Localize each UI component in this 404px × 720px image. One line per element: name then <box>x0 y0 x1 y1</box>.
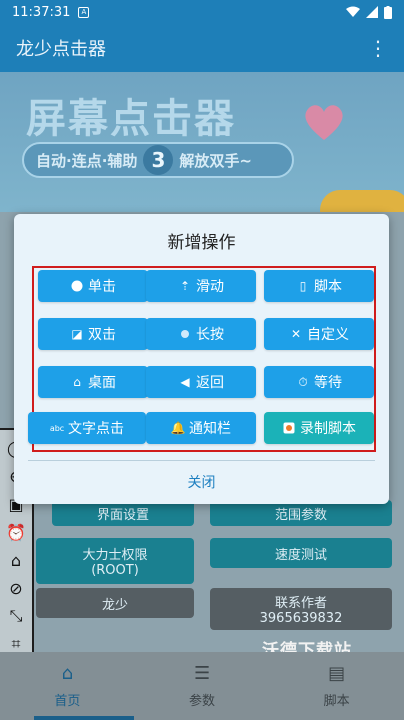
script-scroll-icon: ▯ <box>299 279 307 293</box>
banner-headline: 屏幕点击器 <box>26 96 236 142</box>
bg-button-longshao[interactable]: 龙少 <box>36 588 194 618</box>
alarm-clock-icon: ⏱ <box>298 374 308 389</box>
banner-tagline: 自动·连点·辅助 3 解放双手~ <box>22 142 294 178</box>
op-button-script[interactable]: ▯ 脚本 <box>264 270 374 302</box>
app-title: 龙少点击器 <box>16 39 106 60</box>
heart-icon <box>305 105 343 140</box>
nav-item-script[interactable]: ▤ 脚本 <box>269 652 404 720</box>
circle-icon <box>70 279 84 293</box>
wifi-icon <box>346 6 360 17</box>
home-icon[interactable]: ⌂ <box>5 549 27 571</box>
more-vert-icon[interactable]: ⋮ <box>368 36 388 60</box>
op-button-desktop[interactable]: ⌂ 桌面 <box>38 366 148 398</box>
alarm-icon[interactable]: ⏰ <box>5 521 27 543</box>
tools-icon: ✕ <box>290 327 302 341</box>
op-button-text-click[interactable]: abc 文字点击 <box>28 412 146 444</box>
op-button-long-press[interactable]: 长按 <box>146 318 256 350</box>
op-button-back[interactable]: ◀ 返回 <box>146 366 256 398</box>
notification-icon: A <box>78 6 90 18</box>
op-button-record-script[interactable]: 录制脚本 <box>264 412 374 444</box>
abc-icon: abc <box>49 423 65 433</box>
op-button-custom[interactable]: ✕ 自定义 <box>264 318 374 350</box>
hand-illustration <box>320 190 404 212</box>
back-arrow-icon: ◀ <box>180 375 190 389</box>
battery-icon <box>384 5 392 19</box>
collapse-icon[interactable]: ⤡ <box>5 605 27 627</box>
record-icon <box>282 421 296 435</box>
add-operation-dialog: 新增操作 单击 ⇡ 滑动 ▯ 脚本 ◪ 双击 长按 ✕ 自定义 ⌂ 桌面 ◀ 返… <box>14 214 389 504</box>
bg-button-root-permission[interactable]: 大力士权限 (ROOT) <box>36 538 194 584</box>
list-icon: ☰ <box>193 663 211 684</box>
home-icon: ⌂ <box>61 663 74 684</box>
op-button-click[interactable]: 单击 <box>38 270 148 302</box>
bell-icon: 🔔 <box>170 421 186 435</box>
op-button-swipe[interactable]: ⇡ 滑动 <box>146 270 256 302</box>
banner: 屏幕点击器 自动·连点·辅助 3 解放双手~ <box>0 72 404 212</box>
home-icon: ⌂ <box>73 375 81 389</box>
op-button-double-click[interactable]: ◪ 双击 <box>38 318 148 350</box>
bottom-nav: ⌂ 首页 ☰ 参数 ▤ 脚本 <box>0 652 404 720</box>
nav-active-indicator <box>34 716 134 720</box>
op-button-wait[interactable]: ⏱ 等待 <box>264 366 374 398</box>
nav-item-home[interactable]: ⌂ 首页 <box>0 652 135 720</box>
bg-button-contact-author[interactable]: 联系作者 3965639832 <box>210 588 392 630</box>
dialog-divider <box>28 460 375 461</box>
status-time: 11:37:31 <box>12 4 71 20</box>
close-button[interactable]: 关闭 <box>14 468 389 498</box>
dot-icon <box>178 327 192 341</box>
status-bar: 11:37:31 A <box>0 0 404 24</box>
bg-button-speed-test[interactable]: 速度测试 <box>210 538 392 568</box>
op-button-notification[interactable]: 🔔 通知栏 <box>146 412 256 444</box>
document-icon: ▤ <box>328 663 346 684</box>
hide-eye-icon[interactable]: ⊘ <box>5 577 27 599</box>
dialog-title: 新增操作 <box>167 233 236 253</box>
double-tap-icon: ◪ <box>71 327 83 341</box>
nav-item-params[interactable]: ☰ 参数 <box>135 652 270 720</box>
signal-icon <box>366 6 378 18</box>
app-bar: 龙少点击器 ⋮ <box>0 24 404 72</box>
swipe-up-icon: ⇡ <box>179 279 191 293</box>
